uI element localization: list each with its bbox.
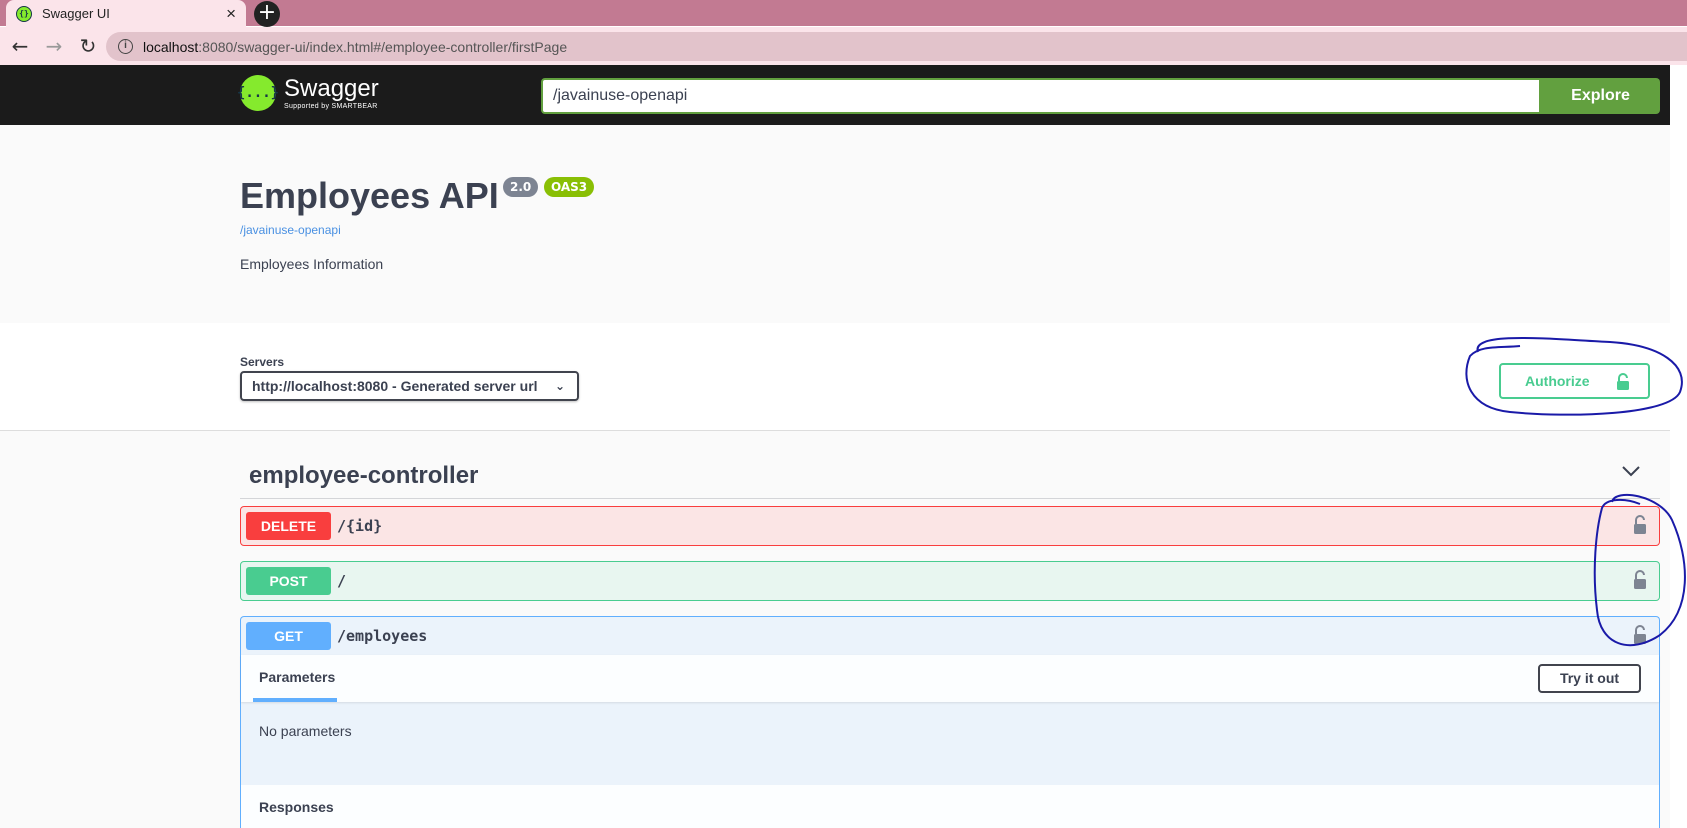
forward-button[interactable]: →	[40, 34, 68, 58]
browser-tab[interactable]: {} Swagger UI ×	[6, 0, 246, 27]
no-parameters-text: No parameters	[259, 723, 352, 739]
opblock-body: Parameters Try it out No parameters Resp…	[241, 655, 1659, 828]
method-badge: DELETE	[246, 512, 331, 540]
chevron-down-icon: ⌄	[554, 379, 565, 393]
servers-selected-value: http://localhost:8080 - Generated server…	[252, 378, 538, 394]
method-badge: POST	[246, 567, 331, 595]
parameters-header: Parameters Try it out	[241, 655, 1659, 702]
tag-header-employee-controller[interactable]: employee-controller	[240, 451, 1660, 499]
operation-path: /	[337, 572, 347, 590]
swagger-topbar: {...} Swagger Supported by SMARTBEAR Exp…	[0, 65, 1670, 125]
try-it-out-button[interactable]: Try it out	[1538, 664, 1641, 693]
unlock-icon[interactable]	[1633, 625, 1647, 645]
explore-button[interactable]: Explore	[1541, 78, 1660, 114]
logo-subtitle: Supported by SMARTBEAR	[284, 102, 378, 110]
spec-url-input[interactable]	[541, 78, 1541, 114]
opblock-post[interactable]: POST /	[240, 561, 1660, 601]
spec-link[interactable]: /javainuse-openapi	[240, 223, 341, 237]
swagger-favicon-icon: {}	[16, 5, 32, 22]
new-tab-button[interactable]: +	[254, 1, 280, 27]
servers-select[interactable]: http://localhost:8080 - Generated server…	[240, 371, 579, 401]
operation-path: /employees	[337, 627, 428, 645]
scheme-container: Servers http://localhost:8080 - Generate…	[0, 323, 1670, 431]
opblock-get[interactable]: GET /employees Parameters Try it out No …	[240, 616, 1660, 828]
browser-toolbar: ← → ↻ i localhost:8080/swagger-ui/index.…	[0, 27, 1687, 65]
tab-close-icon[interactable]: ×	[226, 5, 236, 22]
api-description: Employees Information	[240, 256, 384, 272]
unlock-icon[interactable]	[1633, 570, 1647, 590]
oas-badge: OAS3	[544, 177, 595, 197]
chevron-down-icon[interactable]	[1622, 465, 1640, 477]
operation-path: /{id}	[337, 517, 383, 535]
opblock-delete[interactable]: DELETE /{id}	[240, 506, 1660, 546]
unlock-icon	[1617, 373, 1629, 390]
reload-button[interactable]: ↻	[74, 34, 102, 58]
swagger-logo[interactable]: {...} Swagger Supported by SMARTBEAR	[237, 74, 379, 111]
swagger-logo-icon: {...}	[237, 75, 279, 111]
back-button[interactable]: ←	[6, 34, 34, 58]
api-title: Employees API	[240, 175, 499, 216]
site-info-icon[interactable]: i	[118, 39, 133, 54]
address-bar[interactable]: i localhost:8080/swagger-ui/index.html#/…	[106, 32, 1687, 61]
api-info: Employees API 2.0 OAS3 /javainuse-openap…	[0, 125, 1670, 323]
responses-title: Responses	[259, 799, 334, 815]
responses-header: Responses	[241, 785, 1659, 828]
servers-label: Servers	[240, 355, 285, 369]
url-host: localhost	[143, 38, 199, 55]
tab-parameters[interactable]: Parameters	[253, 669, 337, 702]
screen: {} Swagger UI × + ← → ↻ i localhost:8080…	[0, 0, 1687, 828]
operations-section: employee-controller DELETE /{id} POST / …	[0, 431, 1670, 828]
unlock-icon[interactable]	[1633, 515, 1647, 535]
url-path: :8080/swagger-ui/index.html#/employee-co…	[198, 38, 568, 55]
url-text: localhost:8080/swagger-ui/index.html#/em…	[143, 39, 567, 55]
tab-title: Swagger UI	[42, 6, 110, 21]
logo-name: Swagger	[284, 74, 379, 102]
method-badge: GET	[246, 622, 331, 650]
browser-tab-strip: {} Swagger UI × +	[0, 0, 1687, 27]
tag-name: employee-controller	[249, 462, 479, 489]
authorize-label: Authorize	[1525, 373, 1590, 389]
logo-text: Swagger Supported by SMARTBEAR	[284, 74, 379, 110]
authorize-button[interactable]: Authorize	[1499, 363, 1650, 399]
version-badge: 2.0	[503, 177, 539, 197]
